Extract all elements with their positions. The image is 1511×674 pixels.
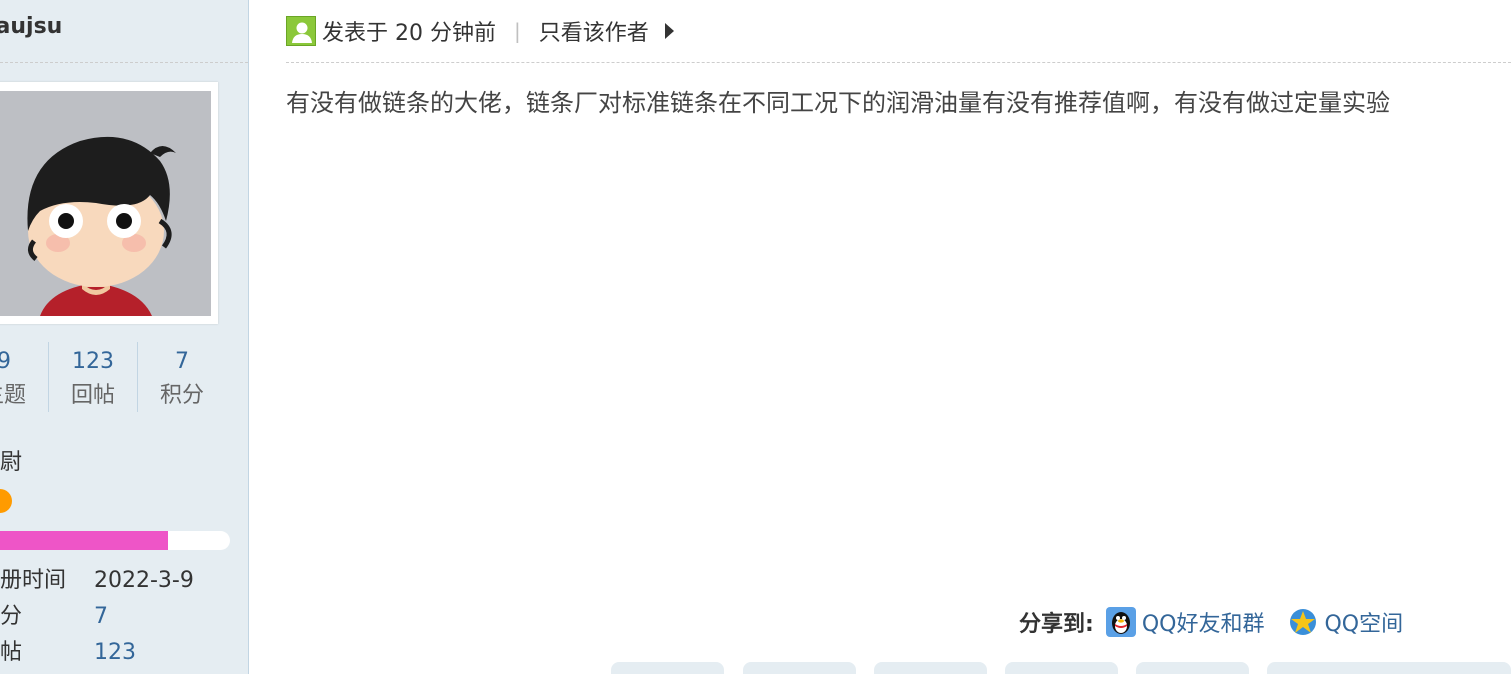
sidebar-divider — [0, 62, 248, 63]
post-time: 发表于 20 分钟前 — [322, 21, 496, 46]
caret-right-icon[interactable] — [664, 23, 674, 39]
action-button-3[interactable] — [874, 662, 987, 674]
action-button-6[interactable] — [1267, 662, 1511, 674]
share-qzone-link[interactable]: QQ空间 — [1324, 606, 1403, 638]
stat-replies-count: 123 — [72, 349, 114, 374]
post-header-divider — [286, 62, 1511, 63]
info-register-date: 注册时间 2022-3-9 — [0, 562, 194, 594]
action-button-1[interactable] — [611, 662, 724, 674]
info-replies: 回帖 123 — [0, 634, 136, 666]
action-button-2[interactable] — [743, 662, 856, 674]
only-author-link[interactable]: 只看该作者 — [539, 15, 649, 47]
post-content: 有没有做链条的大佬，链条厂对标准链条在不同工况下的润滑油量有没有推荐值啊，有没有… — [286, 89, 1390, 117]
online-user-icon — [286, 16, 316, 46]
author-stats: 9 主题 123 回帖 7 积分 — [0, 342, 230, 412]
qzone-star-icon[interactable] — [1288, 607, 1318, 637]
stat-topics-label: 主题 — [0, 383, 26, 408]
rank-progress-fill — [0, 531, 168, 550]
stat-replies[interactable]: 123 回帖 — [49, 342, 138, 412]
info-replies-key: 回帖 — [0, 640, 23, 665]
share-bar: 分享到: QQ好友和群 QQ空间 — [1019, 604, 1427, 640]
share-label: 分享到: — [1019, 612, 1094, 637]
stat-points-count: 7 — [175, 349, 189, 374]
stat-points-label: 积分 — [159, 383, 204, 408]
rank-star-icon — [0, 489, 12, 513]
stat-topics[interactable]: 9 主题 — [0, 342, 49, 412]
action-button-5[interactable] — [1136, 662, 1249, 674]
author-username[interactable]: laujsu — [0, 14, 62, 39]
qq-penguin-icon[interactable] — [1105, 607, 1136, 637]
post-main: 发表于 20 分钟前 | 只看该作者 有没有做链条的大佬，链条厂对标准链条在不同… — [249, 0, 1511, 674]
stat-replies-label: 回帖 — [70, 383, 115, 408]
stat-topics-count: 9 — [0, 349, 11, 374]
info-register-date-key: 注册时间 — [0, 568, 67, 593]
avatar[interactable] — [0, 91, 211, 316]
info-points-value[interactable]: 7 — [94, 604, 108, 629]
rank-title: 中尉 — [0, 450, 23, 475]
header-pipe-divider: | — [513, 19, 521, 43]
avatar-cartoon-image — [0, 91, 211, 316]
post-header: 发表于 20 分钟前 | 只看该作者 — [286, 14, 674, 48]
action-button-4[interactable] — [1005, 662, 1118, 674]
rank-progress-bar — [0, 531, 230, 550]
info-points: 积分 7 — [0, 598, 108, 630]
page: laujsu — [0, 0, 1511, 674]
info-replies-value[interactable]: 123 — [94, 640, 136, 665]
info-register-date-value: 2022-3-9 — [94, 568, 194, 593]
author-sidebar: laujsu — [0, 0, 249, 674]
stat-points[interactable]: 7 积分 — [138, 342, 226, 412]
share-qq-friends-link[interactable]: QQ好友和群 — [1142, 606, 1265, 638]
info-points-key: 积分 — [0, 604, 23, 629]
